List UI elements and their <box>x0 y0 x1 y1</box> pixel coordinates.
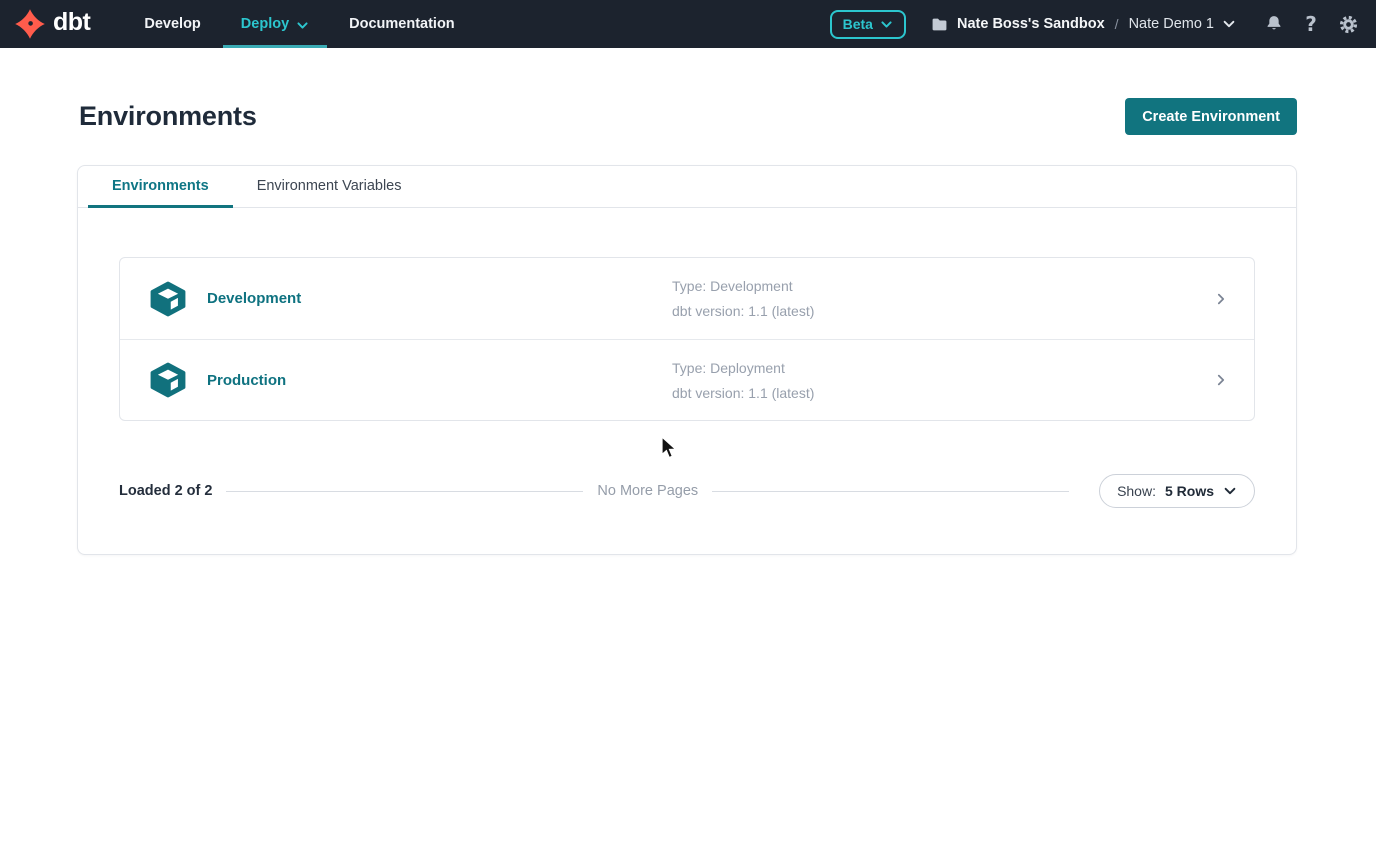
environment-list: Development Type: Development dbt versio… <box>119 257 1255 421</box>
chevron-down-icon <box>1222 17 1236 31</box>
beta-dropdown-button[interactable]: Beta <box>830 10 906 39</box>
nav-label: Documentation <box>349 16 455 32</box>
cube-icon <box>149 361 187 399</box>
gear-icon <box>1338 14 1359 35</box>
topbar-icon-group: ? <box>1262 12 1360 36</box>
notifications-button[interactable] <box>1262 12 1286 36</box>
folder-icon <box>930 15 949 34</box>
tab-environments[interactable]: Environments <box>88 166 233 208</box>
beta-label: Beta <box>843 16 873 32</box>
nav-item-develop[interactable]: Develop <box>124 0 220 48</box>
main-nav: Develop Deploy Documentation <box>124 0 474 48</box>
chevron-down-icon <box>296 19 309 32</box>
loaded-count: Loaded 2 of 2 <box>119 483 212 499</box>
top-navigation-bar: dbt Develop Deploy Documentation Beta Na… <box>0 0 1376 48</box>
project-name: Nate Demo 1 <box>1129 16 1214 32</box>
rows-per-page-dropdown[interactable]: Show: 5 Rows <box>1099 474 1255 508</box>
breadcrumb-separator: / <box>1115 16 1119 32</box>
dbt-pinwheel-icon <box>14 8 46 40</box>
topbar-right: Beta Nate Boss's Sandbox / Nate Demo 1 <box>830 0 1360 48</box>
environments-card: Environments Environment Variables Devel… <box>77 165 1297 555</box>
dbt-logo[interactable]: dbt <box>14 0 110 48</box>
page-header: Environments Create Environment <box>77 98 1297 135</box>
rows-per-page-value: 5 Rows <box>1165 483 1214 499</box>
show-label: Show: <box>1117 483 1156 499</box>
question-mark-icon: ? <box>1305 12 1317 36</box>
environment-meta: Type: Development dbt version: 1.1 (late… <box>672 278 1202 319</box>
tab-label: Environments <box>112 178 209 194</box>
environment-row-development[interactable]: Development Type: Development dbt versio… <box>120 258 1254 339</box>
environment-meta: Type: Deployment dbt version: 1.1 (lates… <box>672 360 1202 401</box>
nav-label: Deploy <box>241 16 289 32</box>
chevron-right-icon <box>1214 292 1228 306</box>
environment-type: Type: Development <box>672 278 1202 294</box>
environment-row-production[interactable]: Production Type: Deployment dbt version:… <box>120 339 1254 420</box>
nav-item-documentation[interactable]: Documentation <box>329 0 475 48</box>
cube-icon <box>149 280 187 318</box>
nav-label: Develop <box>144 16 200 32</box>
tab-bar: Environments Environment Variables <box>78 166 1296 208</box>
tab-label: Environment Variables <box>257 178 402 194</box>
page-title: Environments <box>79 101 257 132</box>
chevron-right-icon <box>1214 373 1228 387</box>
help-button[interactable]: ? <box>1299 12 1323 36</box>
account-project-switcher[interactable]: Nate Boss's Sandbox / Nate Demo 1 <box>930 15 1236 34</box>
environment-dbt-version: dbt version: 1.1 (latest) <box>672 385 1202 401</box>
create-environment-button[interactable]: Create Environment <box>1125 98 1297 135</box>
environment-type: Type: Deployment <box>672 360 1202 376</box>
account-name: Nate Boss's Sandbox <box>957 16 1105 32</box>
no-more-pages-label: No More Pages <box>597 483 698 499</box>
settings-button[interactable] <box>1336 12 1360 36</box>
divider-line <box>226 491 583 492</box>
card-body: Development Type: Development dbt versio… <box>78 208 1296 554</box>
pagination-footer: Loaded 2 of 2 No More Pages Show: 5 Rows <box>119 474 1255 508</box>
environment-name: Development <box>207 290 672 307</box>
environment-dbt-version: dbt version: 1.1 (latest) <box>672 303 1202 319</box>
brand-name: dbt <box>53 8 90 41</box>
nav-item-deploy[interactable]: Deploy <box>221 0 329 48</box>
environments-page: Environments Create Environment Environm… <box>0 98 1376 555</box>
tab-environment-variables[interactable]: Environment Variables <box>233 166 426 208</box>
chevron-down-icon <box>1223 484 1237 498</box>
chevron-down-icon <box>880 18 893 31</box>
environment-name: Production <box>207 372 672 389</box>
bell-icon <box>1264 14 1284 34</box>
divider-line <box>712 491 1069 492</box>
